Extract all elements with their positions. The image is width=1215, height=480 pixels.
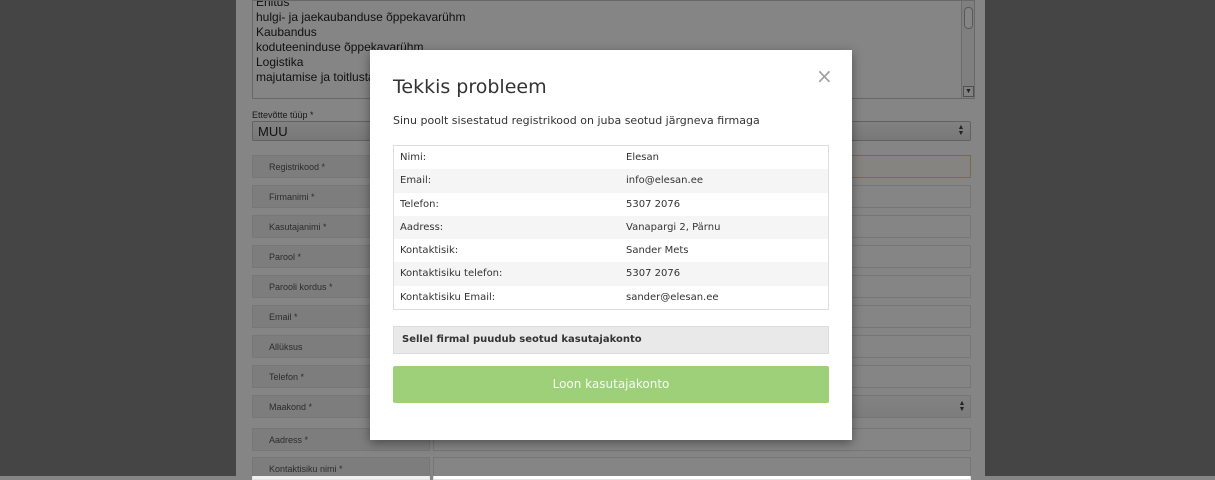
detail-value: info@elesan.ee xyxy=(626,175,703,187)
problem-dialog: Tekkis probleem × Sinu poolt sisestatud … xyxy=(370,50,852,440)
detail-value: 5307 2076 xyxy=(626,268,681,280)
detail-key: Kontaktisiku telefon: xyxy=(400,268,503,280)
no-account-notice: Sellel firmal puudub seotud kasutajakont… xyxy=(393,326,829,354)
company-details-table: Nimi: Elesan Email: info@elesan.ee Telef… xyxy=(393,145,829,311)
detail-value: Sander Mets xyxy=(626,245,689,257)
detail-key: Nimi: xyxy=(400,152,427,163)
close-icon[interactable]: × xyxy=(816,64,833,88)
detail-key: Telefon: xyxy=(400,198,439,210)
detail-value: 5307 2076 xyxy=(626,198,681,210)
detail-key: Kontaktisiku Email: xyxy=(400,291,496,303)
table-row: Nimi: Elesan xyxy=(394,146,828,169)
dialog-title: Tekkis probleem xyxy=(393,76,547,98)
table-row: Kontaktisiku telefon: 5307 2076 xyxy=(394,262,828,286)
detail-key: Aadress: xyxy=(400,221,444,233)
table-row: Email: info@elesan.ee xyxy=(394,169,828,193)
detail-key: Email: xyxy=(400,175,432,187)
table-row: Kontaktisik: Sander Mets xyxy=(394,239,828,262)
detail-value: Vanapargi 2, Pärnu xyxy=(626,221,721,233)
table-row: Aadress: Vanapargi 2, Pärnu xyxy=(394,215,828,240)
dialog-message: Sinu poolt sisestatud registrikood on ju… xyxy=(393,114,760,127)
create-account-button[interactable]: Loon kasutajakonto xyxy=(393,366,829,403)
table-row: Telefon: 5307 2076 xyxy=(394,193,828,216)
detail-value: Elesan xyxy=(626,152,659,163)
detail-value: sander@elesan.ee xyxy=(626,291,719,303)
table-row: Kontaktisiku Email: sander@elesan.ee xyxy=(394,286,828,309)
detail-key: Kontaktisik: xyxy=(400,245,459,257)
